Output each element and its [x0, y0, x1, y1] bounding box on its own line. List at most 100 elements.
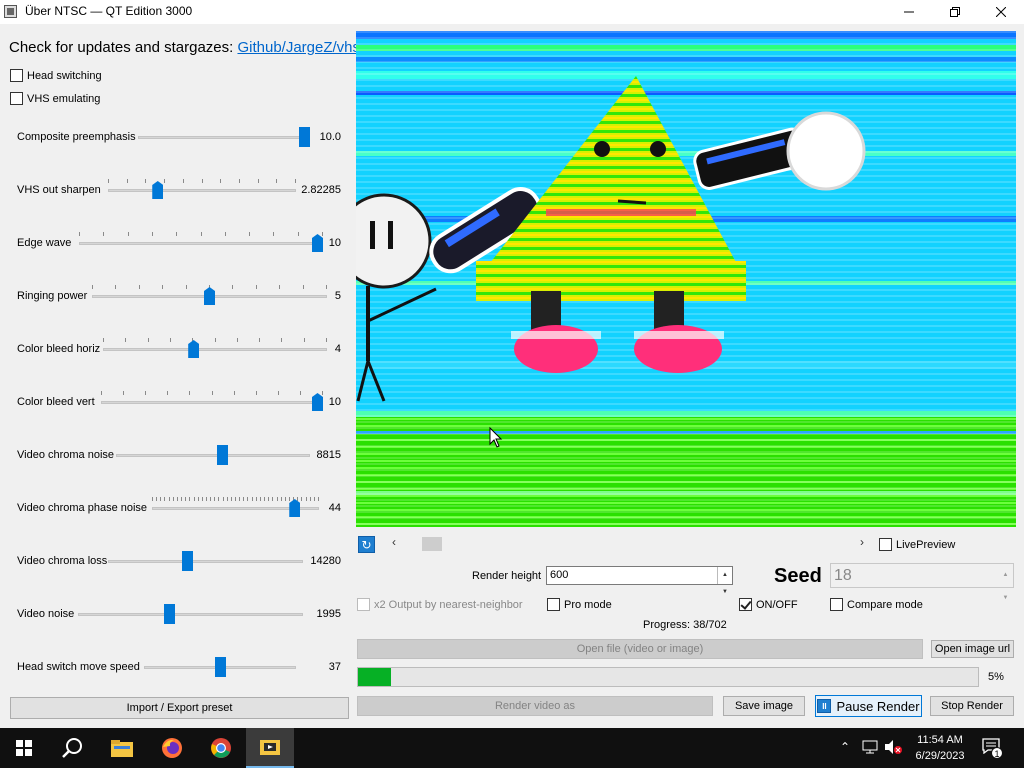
slider-handle[interactable]	[181, 551, 193, 571]
slider-ticks	[101, 391, 323, 395]
head-switching-checkbox[interactable]: Head switching	[10, 69, 102, 82]
x2-output-checkbox[interactable]: x2 Output by nearest-neighbor	[357, 598, 523, 611]
taskbar-file-explorer[interactable]	[98, 728, 146, 768]
slider-track[interactable]	[101, 401, 323, 404]
onoff-checkbox[interactable]: ON/OFF	[739, 598, 798, 611]
spin-up-icon[interactable]: ▲	[1003, 564, 1009, 587]
pro-mode-checkbox[interactable]: Pro mode	[547, 598, 612, 611]
compare-mode-checkbox[interactable]: Compare mode	[830, 598, 923, 611]
slider-handle[interactable]	[299, 127, 310, 147]
slider-track[interactable]	[116, 454, 310, 457]
notifications-button[interactable]: 1	[982, 738, 1004, 759]
notification-badge: 1	[991, 747, 1003, 759]
slider-label: Head switch move speed	[17, 661, 140, 673]
taskbar-firefox[interactable]	[148, 728, 196, 768]
checkbox-box[interactable]	[879, 538, 892, 551]
vhs-emulating-checkbox[interactable]: VHS emulating	[10, 92, 100, 105]
open-file-button[interactable]: Open file (video or image)	[357, 639, 923, 659]
window-title: Über NTSC — QT Edition 3000	[25, 4, 193, 18]
slider-track[interactable]	[108, 189, 296, 192]
clock-date: 6/29/2023	[915, 750, 965, 762]
close-button[interactable]	[978, 0, 1024, 24]
slider-label: Color bleed vert	[17, 396, 95, 408]
spin-down-icon[interactable]: ▼	[722, 584, 728, 601]
spin-up-icon[interactable]: ▲	[722, 567, 728, 584]
checkbox-box[interactable]	[547, 598, 560, 611]
stop-render-button[interactable]: Stop Render	[930, 696, 1014, 716]
scroll-right-icon[interactable]: ›	[860, 535, 864, 549]
checkbox-box[interactable]	[10, 92, 23, 105]
app-window: Über NTSC — QT Edition 3000 Check for up…	[0, 0, 1024, 728]
slider-row: VHS out sharpen 2.82285	[0, 161, 356, 214]
onoff-label: ON/OFF	[756, 598, 798, 611]
pause-render-button[interactable]: II Pause Render	[815, 695, 922, 717]
spin-arrows[interactable]: ▲ ▼	[998, 564, 1013, 601]
clock-time: 11:54 AM	[917, 734, 963, 746]
updates-text: Check for updates and stargazes:	[9, 39, 234, 56]
slider-handle[interactable]	[204, 287, 215, 305]
slider-label: Video chroma phase noise	[17, 502, 148, 514]
checkbox-box[interactable]	[739, 598, 752, 611]
slider-row: Video chroma loss 14280	[0, 532, 356, 585]
save-image-button[interactable]: Save image	[723, 696, 805, 716]
checkbox-box[interactable]	[357, 598, 370, 611]
firefox-icon	[162, 738, 182, 758]
slider-handle[interactable]	[188, 340, 200, 358]
slider-label: Edge wave	[17, 237, 72, 249]
slider-track[interactable]	[108, 560, 303, 563]
refresh-preview-button[interactable]: ↻	[358, 536, 375, 553]
slider-label: Video noise	[17, 608, 75, 620]
slider-row: Video chroma phase noise 44	[0, 479, 356, 532]
slider-handle[interactable]	[214, 657, 226, 677]
render-video-button[interactable]: Render video as	[357, 696, 713, 716]
slider-row: Ringing power 5	[0, 267, 356, 320]
clock[interactable]: 11:54 AM 6/29/2023	[905, 732, 975, 764]
progress-fill	[358, 668, 392, 686]
slider-label: Composite preemphasis	[17, 131, 136, 143]
slider-track[interactable]	[79, 242, 323, 245]
spin-down-icon[interactable]: ▼	[1003, 587, 1009, 610]
volume-muted-icon[interactable]	[884, 739, 902, 755]
spin-arrows[interactable]: ▲ ▼	[717, 567, 732, 595]
open-image-url-button[interactable]: Open image url	[931, 640, 1014, 658]
github-link[interactable]: Github/JargeZ/vhs	[237, 39, 360, 56]
slider-handle[interactable]	[312, 393, 323, 411]
minimize-button[interactable]	[886, 0, 932, 24]
live-preview-checkbox[interactable]: LivePreview	[879, 538, 955, 551]
slider-row: Head switch move speed 37	[0, 638, 356, 691]
slider-track[interactable]	[103, 348, 327, 351]
slider-value: 10	[328, 396, 341, 408]
import-export-preset-button[interactable]: Import / Export preset	[10, 697, 349, 719]
restore-button[interactable]	[932, 0, 978, 24]
taskbar-app-active[interactable]	[246, 728, 294, 768]
slider-handle[interactable]	[289, 499, 301, 517]
slider-track[interactable]	[138, 136, 310, 139]
taskbar-chrome[interactable]	[197, 728, 245, 768]
seed-spinbox[interactable]: 18 ▲ ▼	[830, 563, 1014, 601]
render-height-spinbox[interactable]: 600 ▲ ▼	[546, 566, 733, 595]
slider-ticks	[103, 338, 327, 342]
start-button[interactable]	[0, 728, 48, 768]
slider-handle[interactable]	[163, 604, 175, 624]
checkbox-box[interactable]	[10, 69, 23, 82]
app-icon	[4, 5, 17, 18]
network-icon[interactable]	[862, 740, 878, 754]
title-bar[interactable]: Über NTSC — QT Edition 3000	[0, 0, 1024, 24]
slider-handle[interactable]	[152, 181, 164, 199]
preview-scrollbar[interactable]: ↻ ‹ ›	[356, 534, 874, 554]
show-hidden-icons-icon[interactable]: ⌃	[840, 740, 850, 754]
scroll-thumb[interactable]	[422, 537, 442, 551]
slider-handle[interactable]	[312, 234, 323, 252]
search-button[interactable]	[48, 728, 96, 768]
slider-value: 14280	[310, 555, 341, 567]
slider-handle[interactable]	[216, 445, 228, 465]
updates-line: Check for updates and stargazes: Github/…	[9, 39, 360, 56]
checkbox-box[interactable]	[830, 598, 843, 611]
slider-value: 1995	[316, 608, 341, 620]
pause-render-label: Pause Render	[836, 698, 920, 714]
slider-track[interactable]	[78, 613, 303, 616]
render-progress-bar	[357, 667, 979, 687]
slider-row: Video noise 1995	[0, 585, 356, 638]
slider-value: 5	[334, 290, 341, 302]
scroll-left-icon[interactable]: ‹	[392, 535, 396, 549]
